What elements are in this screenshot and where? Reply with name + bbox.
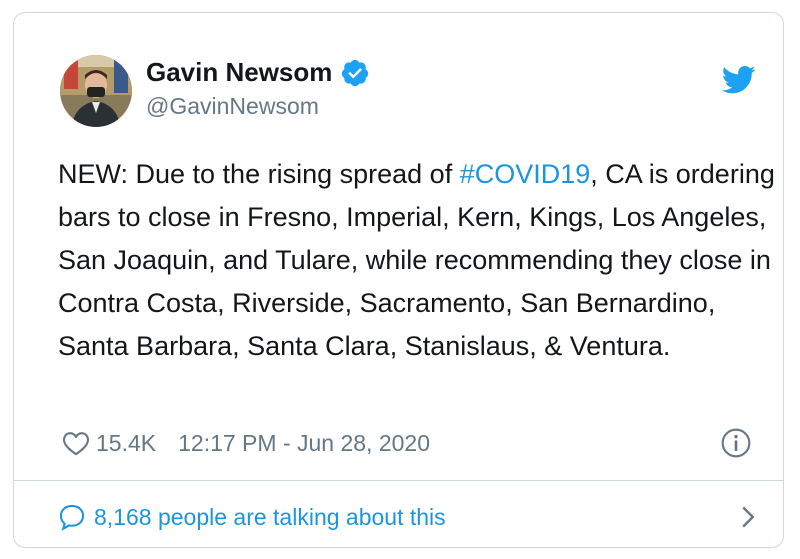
divider [14,480,783,481]
talking-link[interactable]: 8,168 people are talking about this [58,497,758,537]
tweet-text-before: NEW: Due to the rising spread of [58,159,460,189]
heart-icon[interactable] [62,430,90,456]
hashtag-link[interactable]: #COVID19 [460,159,591,189]
author-handle[interactable]: @GavinNewsom [146,93,319,120]
like-count[interactable]: 15.4K [96,430,156,457]
author-name[interactable]: Gavin Newsom [146,57,332,88]
tweet-text-after: , CA is ordering bars to close in Fresno… [58,159,775,361]
info-icon[interactable] [720,427,752,459]
tweet-card: Gavin Newsom @GavinNewsom NEW: Due to th… [13,12,784,548]
tweet-text: NEW: Due to the rising spread of #COVID1… [58,153,778,368]
tweet-meta: 15.4K 12:17 PM - Jun 28, 2020 [62,423,752,463]
speech-bubble-icon [59,504,85,531]
timestamp[interactable]: 12:17 PM - Jun 28, 2020 [178,430,430,457]
twitter-bird-icon[interactable] [722,65,756,95]
talking-text[interactable]: 8,168 people are talking about this [94,504,446,531]
avatar-image [60,55,132,127]
author-name-row[interactable]: Gavin Newsom [146,57,370,88]
avatar[interactable] [60,55,132,127]
verified-badge-icon [342,59,369,86]
chevron-right-icon[interactable] [738,505,758,529]
